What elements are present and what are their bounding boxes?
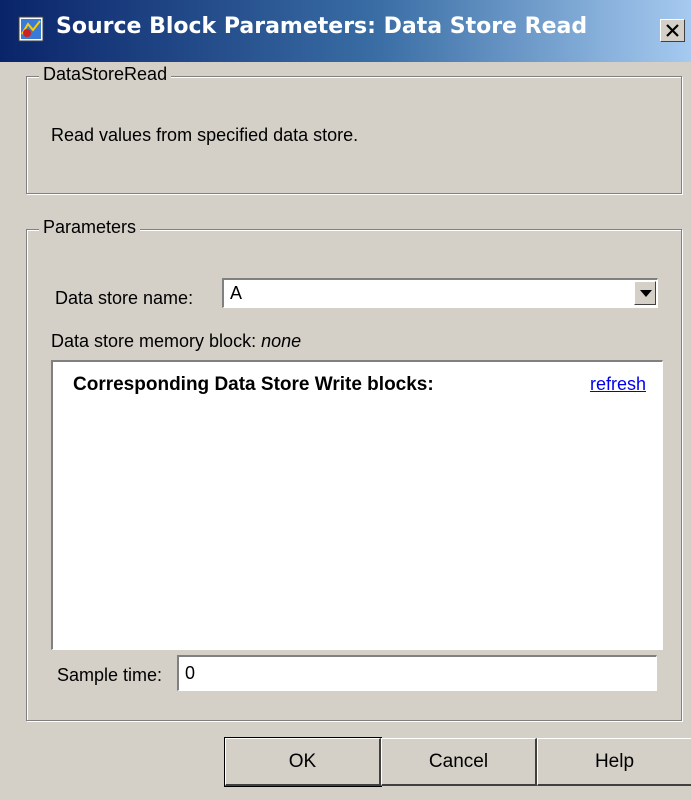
memory-block-label-text: Data store memory block: xyxy=(51,331,257,351)
simulink-block-icon xyxy=(18,16,44,42)
description-group-legend: DataStoreRead xyxy=(39,64,172,85)
block-description: Read values from specified data store. xyxy=(51,125,359,145)
sample-time-input[interactable]: 0 xyxy=(177,655,657,691)
data-store-name-combobox[interactable]: A xyxy=(222,278,658,308)
refresh-link[interactable]: refresh xyxy=(590,374,646,395)
sample-time-label: Sample time: xyxy=(57,665,163,685)
sample-time-value: 0 xyxy=(185,663,196,683)
close-button[interactable] xyxy=(660,19,685,42)
parameters-group-legend: Parameters xyxy=(39,217,141,238)
window-title: Source Block Parameters: Data Store Read xyxy=(56,14,588,39)
data-store-name-dropdown-button[interactable] xyxy=(634,281,656,305)
title-bar[interactable]: Source Block Parameters: Data Store Read xyxy=(0,0,691,62)
cancel-button[interactable]: Cancel xyxy=(381,738,537,786)
data-store-name-label: Data store name: xyxy=(55,288,194,308)
data-store-name-value: A xyxy=(230,283,243,303)
description-group: DataStoreRead Read values from specified… xyxy=(26,64,682,194)
write-blocks-list[interactable]: Corresponding Data Store Write blocks: r… xyxy=(51,360,663,650)
write-blocks-heading: Corresponding Data Store Write blocks: xyxy=(73,374,434,395)
chevron-down-icon xyxy=(640,290,652,297)
parameters-group: Parameters Data store name: A Data store… xyxy=(26,217,682,721)
memory-block-value: none xyxy=(261,331,302,351)
ok-button[interactable]: OK xyxy=(224,737,382,787)
help-button[interactable]: Help xyxy=(537,738,691,786)
memory-block-label: Data store memory block: none xyxy=(51,331,301,352)
close-icon xyxy=(666,24,679,37)
